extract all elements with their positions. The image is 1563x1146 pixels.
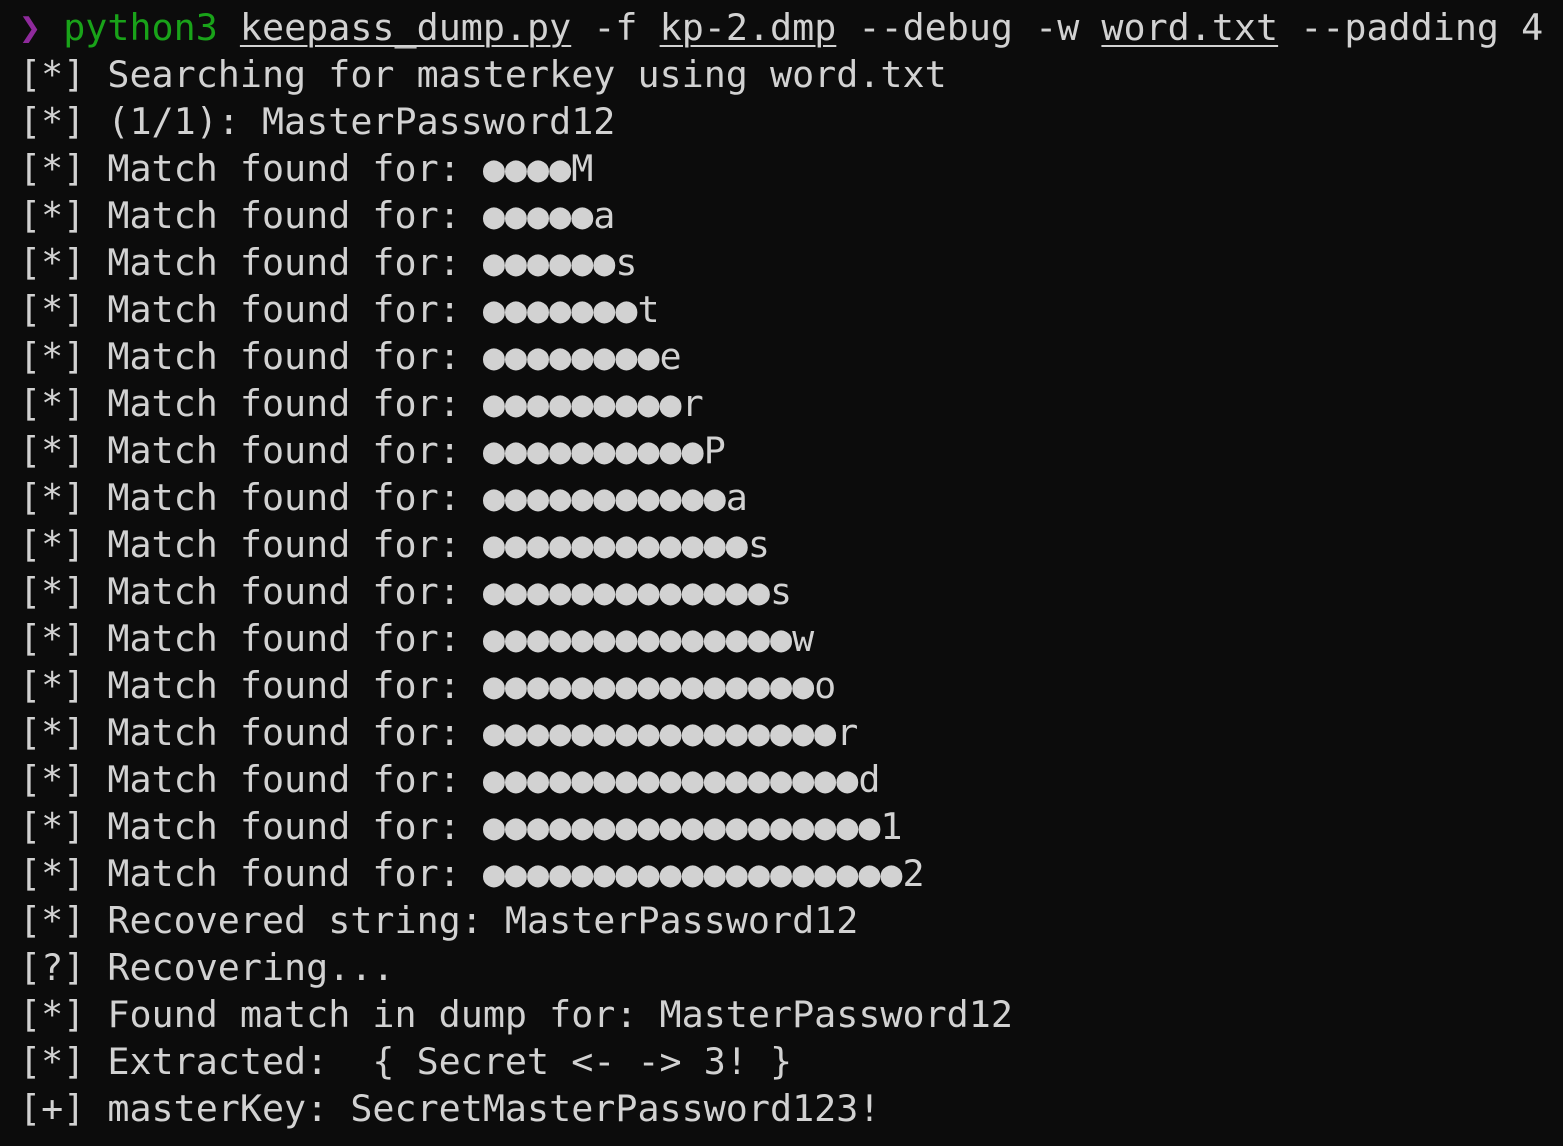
output-line: [*] Match found for: ●●●●●●●●●r [19,382,704,425]
output-line: [*] Match found for: ●●●●●●●●●●●●s [19,523,770,566]
output-line: [*] Match found for: ●●●●●a [19,194,616,237]
output-line: [*] Match found for: ●●●●●●●t [19,288,660,331]
command-script: keepass_dump.py [239,6,572,49]
output-line: [+] masterKey: SecretMasterPassword123! [19,1087,881,1130]
command-flag: --padding 4 [1300,6,1544,49]
command-line: ❯ python3 keepass_dump.py -f kp-2.dmp --… [19,4,1563,51]
output-line: [*] Match found for: ●●●●●●●●●●●●●●w [19,617,815,660]
output-line: [*] Match found for: ●●●●●●●●●●●a [19,476,748,519]
command-flag: -f [593,6,638,49]
output-line: [*] Match found for: ●●●●●●●●●●●●●●●●●d [19,758,881,801]
output-line: [*] Match found for: ●●●●●●●●●●●●●s [19,570,793,613]
output-line: [*] Match found for: ●●●●●●●●●●●●●●●●●●1 [19,805,903,848]
output-line: [*] Match found for: ●●●●●●●●●●P [19,429,726,472]
output-line: [*] Match found for: ●●●●●●●●e [19,335,682,378]
output-line: [*] Match found for: ●●●●●●●●●●●●●●●●r [19,711,859,754]
output-line: [?] Recovering... [19,946,395,989]
output-line: [*] Match found for: ●●●●●●●●●●●●●●●o [19,664,837,707]
prompt-chevron-icon: ❯ [19,6,42,49]
output-line: [*] Recovered string: MasterPassword12 [19,899,859,942]
output-line: [*] Extracted: { Secret <- -> 3! } [19,1040,793,1083]
command-program: python3 [63,6,218,49]
command-flag: --debug [858,6,1014,49]
command-dump-file: kp-2.dmp [659,6,837,49]
command-flag: -w [1035,6,1080,49]
output-line: [*] Searching for masterkey using word.t… [19,53,947,96]
output-line: [*] Found match in dump for: MasterPassw… [19,993,1013,1036]
output-line: [*] Match found for: ●●●●●●●●●●●●●●●●●●●… [19,852,925,895]
output-line: [*] Match found for: ●●●●●●s [19,241,638,284]
output-line: [*] (1/1): MasterPassword12 [19,100,616,143]
command-wordlist: word.txt [1101,6,1279,49]
terminal[interactable]: ❯ python3 keepass_dump.py -f kp-2.dmp --… [0,0,1563,1132]
output-line: [*] Match found for: ●●●●M [19,147,594,190]
